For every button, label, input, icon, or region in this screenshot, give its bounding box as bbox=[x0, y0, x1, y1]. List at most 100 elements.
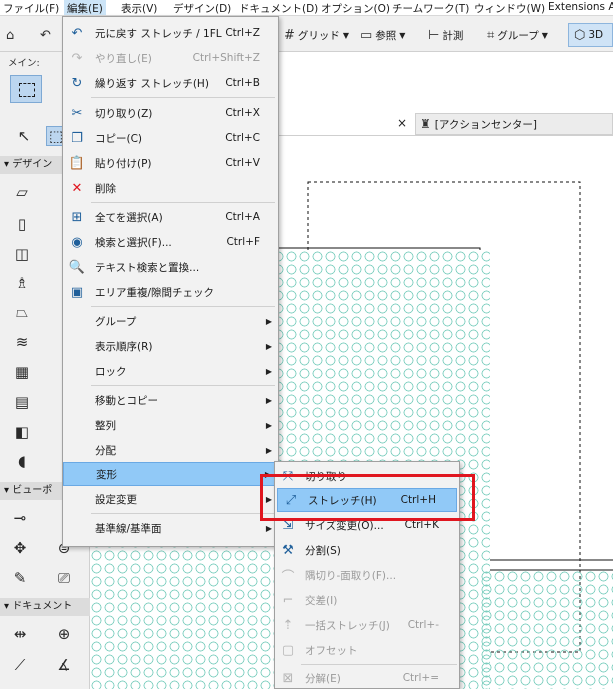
menu-item-cut[interactable]: ✂ 切り取り(Z) Ctrl+X bbox=[63, 101, 278, 125]
group-button[interactable]: ⌗ グループ ▼ bbox=[487, 25, 548, 45]
menu-item-label: テキスト検索と置換... bbox=[95, 261, 200, 274]
menu-item-shortcut: Ctrl+C bbox=[225, 132, 260, 144]
area-check-icon: ▣ bbox=[70, 284, 84, 300]
marquee-icon[interactable] bbox=[10, 75, 42, 103]
object-tool-icon[interactable]: ♗ bbox=[12, 273, 32, 293]
mesh-tool-icon[interactable]: ◧ bbox=[12, 422, 32, 442]
chevron-right-icon: ▶ bbox=[265, 445, 272, 455]
measure-button[interactable]: ⊢ 計測 bbox=[428, 25, 463, 45]
menu-item-label: コピー(C) bbox=[95, 132, 143, 145]
menu-separator bbox=[91, 306, 275, 307]
menu-item-modify-settings[interactable]: 設定変更 ▶ bbox=[63, 487, 278, 511]
submenu-item-offset[interactable]: ▢ オフセット bbox=[275, 638, 459, 662]
elevation-tool-icon[interactable]: ✥ bbox=[10, 538, 30, 558]
roof-tool-icon[interactable]: ⏢ bbox=[12, 302, 32, 322]
submenu-item-split[interactable]: ⚒ 分割(S) bbox=[275, 538, 459, 562]
menu-item-repeat[interactable]: ↻ 繰り返す ストレッチ(H) Ctrl+B bbox=[63, 71, 278, 95]
menu-item-label: 切り取り(Z) bbox=[95, 107, 153, 120]
submenu-item-explode[interactable]: ⊠ 分解(E) Ctrl+= bbox=[275, 666, 459, 689]
menu-item-label: 分解(E) bbox=[305, 672, 341, 685]
menu-document[interactable]: ドキュメント(D) bbox=[239, 1, 318, 16]
wall-tool-icon[interactable]: ▱ bbox=[12, 182, 32, 202]
zone-tool-icon[interactable]: ▤ bbox=[12, 392, 32, 412]
document-section-header[interactable]: ▾ ドキュメント bbox=[0, 598, 90, 616]
submenu-item-batch-stretch[interactable]: ⇡ 一括ストレッチ(J) Ctrl+- bbox=[275, 613, 459, 637]
3d-label: 3D bbox=[588, 29, 604, 41]
reference-label: 参照 bbox=[375, 29, 397, 42]
menu-item-paste[interactable]: 📋 貼り付け(P) Ctrl+V bbox=[63, 151, 278, 175]
edit-menu: ↶ 元に戻す ストレッチ / 1FL Ctrl+Z ↷ やり直し(E) Ctrl… bbox=[62, 16, 279, 547]
select-all-icon: ⊞ bbox=[71, 209, 83, 225]
column-tool-icon[interactable]: ▯ bbox=[12, 214, 32, 234]
menu-item-label: ロック bbox=[95, 365, 127, 378]
menu-item-undo[interactable]: ↶ 元に戻す ストレッチ / 1FL Ctrl+Z bbox=[63, 21, 278, 45]
3d-view-button[interactable]: ⬡ 3D bbox=[568, 23, 613, 47]
menu-design[interactable]: デザイン(D) bbox=[173, 1, 231, 16]
reference-button[interactable]: ▭ 参照 ▼ bbox=[360, 25, 405, 45]
chevron-down-icon: ▼ bbox=[541, 30, 548, 40]
radial-dimension-tool-icon[interactable]: ⟋ bbox=[10, 655, 30, 675]
cut-icon: ✂ bbox=[71, 105, 83, 121]
tab-action-center[interactable]: ♜ [アクションセンター] bbox=[415, 113, 613, 135]
menu-item-copy[interactable]: ❐ コピー(C) Ctrl+C bbox=[63, 126, 278, 150]
main-label: メイン: bbox=[8, 58, 40, 69]
split-icon: ⚒ bbox=[282, 542, 294, 558]
chevron-right-icon: ▶ bbox=[265, 395, 272, 405]
find-select-icon: ◉ bbox=[71, 234, 83, 250]
fillet-chamfer-icon: ⌒ bbox=[281, 569, 295, 585]
grid-icon: # bbox=[284, 27, 295, 43]
menu-file[interactable]: ファイル(F) bbox=[3, 1, 59, 16]
info-box: メイン: bbox=[0, 52, 62, 110]
chevron-right-icon: ▶ bbox=[265, 523, 272, 533]
menu-item-redo[interactable]: ↷ やり直し(E) Ctrl+Shift+Z bbox=[63, 46, 278, 70]
group-icon: ⌗ bbox=[487, 27, 495, 43]
camera-tool-icon[interactable]: ⎚ bbox=[54, 568, 74, 588]
submenu-item-fillet-chamfer[interactable]: ⌒ 隅切り-面取り(F)... bbox=[275, 563, 459, 587]
menu-window[interactable]: ウィンドウ(W) bbox=[474, 1, 545, 16]
menu-edit[interactable]: 編集(E) bbox=[64, 0, 106, 15]
menu-extensions[interactable]: Extensions A bbox=[548, 1, 613, 13]
menu-item-shortcut: Ctrl+- bbox=[407, 619, 439, 631]
redo-icon: ↷ bbox=[71, 50, 83, 66]
submenu-item-intersect[interactable]: ⌐ 交差(I) bbox=[275, 588, 459, 612]
shell-tool-icon[interactable]: ◖ bbox=[12, 451, 32, 471]
menu-item-find-replace-text[interactable]: 🔍 テキスト検索と置換... bbox=[63, 255, 278, 279]
offset-icon: ▢ bbox=[281, 642, 295, 658]
tab-close-icon[interactable]: × bbox=[397, 116, 407, 130]
menu-bar: ファイル(F) 編集(E) 表示(V) デザイン(D) ドキュメント(D) オプ… bbox=[0, 0, 613, 16]
menu-item-align[interactable]: 整列 ▶ bbox=[63, 413, 278, 437]
menu-separator bbox=[301, 664, 457, 665]
menu-item-move-copy[interactable]: 移動とコピー ▶ bbox=[63, 388, 278, 412]
menu-item-lock[interactable]: ロック ▶ bbox=[63, 359, 278, 383]
menu-item-select-all[interactable]: ⊞ 全てを選択(A) Ctrl+A bbox=[63, 205, 278, 229]
stair-tool-icon[interactable]: ≋ bbox=[12, 332, 32, 352]
section-tool-icon[interactable]: ⊸ bbox=[10, 508, 30, 528]
menu-item-label: オフセット bbox=[305, 644, 358, 657]
level-dimension-tool-icon[interactable]: ⊕ bbox=[54, 624, 74, 644]
copy-icon: ❐ bbox=[71, 130, 83, 146]
arrow-tool-icon[interactable]: ↖ bbox=[14, 126, 34, 146]
menu-item-area-check[interactable]: ▣ エリア重複/隙間チェック bbox=[63, 280, 278, 304]
menu-options[interactable]: オプション(O) bbox=[321, 1, 390, 16]
chevron-down-icon: ▼ bbox=[399, 30, 406, 40]
door-tool-icon[interactable]: ◫ bbox=[12, 244, 32, 264]
curtain-wall-tool-icon[interactable]: ▦ bbox=[12, 362, 32, 382]
delete-icon: ✕ bbox=[71, 180, 83, 196]
menu-item-delete[interactable]: ✕ 削除 bbox=[63, 176, 278, 200]
angle-dimension-tool-icon[interactable]: ∡ bbox=[54, 655, 74, 675]
grid-button[interactable]: # グリッド ▼ bbox=[284, 25, 349, 45]
menu-item-guide-lines[interactable]: 基準線/基準面 ▶ bbox=[63, 516, 278, 540]
chevron-right-icon: ▶ bbox=[265, 420, 272, 430]
menu-item-reshape[interactable]: 変形 ▶ bbox=[63, 462, 278, 486]
menu-teamwork[interactable]: チームワーク(T) bbox=[392, 1, 469, 16]
undo-toolbar-button[interactable]: ↶ bbox=[40, 25, 51, 45]
menu-item-display-order[interactable]: 表示順序(R) ▶ bbox=[63, 334, 278, 358]
menu-item-group[interactable]: グループ ▶ bbox=[63, 309, 278, 333]
dimension-tool-icon[interactable]: ⇹ bbox=[10, 624, 30, 644]
detail-tool-icon[interactable]: ✎ bbox=[10, 568, 30, 588]
home-button[interactable]: ⌂ bbox=[6, 25, 14, 45]
tab-label: [アクションセンター] bbox=[434, 118, 537, 131]
menu-item-distribute[interactable]: 分配 ▶ bbox=[63, 438, 278, 462]
menu-item-find-select[interactable]: ◉ 検索と選択(F)... Ctrl+F bbox=[63, 230, 278, 254]
menu-view[interactable]: 表示(V) bbox=[121, 1, 157, 16]
